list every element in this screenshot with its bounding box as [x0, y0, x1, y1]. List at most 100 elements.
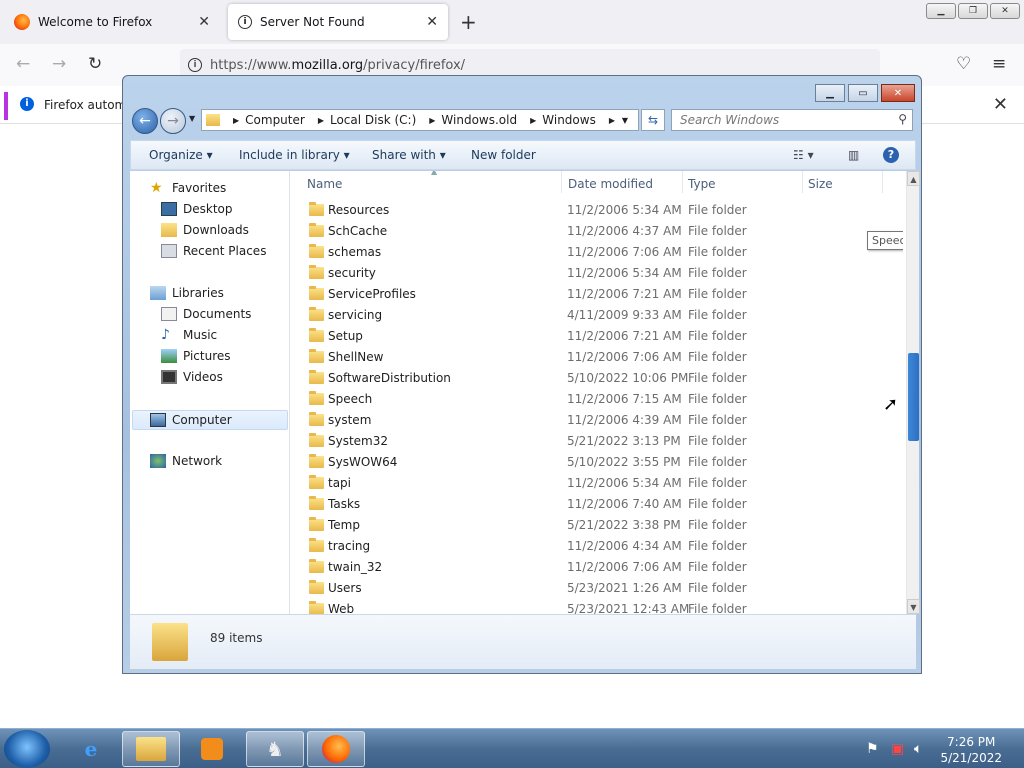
nav-music[interactable]: ♪ Music — [161, 328, 217, 342]
table-row[interactable]: tracing 11/2/2006 4:34 AM File folder — [293, 536, 903, 557]
nav-network[interactable]: Network — [150, 454, 222, 468]
column-divider[interactable] — [802, 171, 803, 193]
close-notification-icon[interactable]: ✕ — [993, 94, 1008, 115]
chevron-right-icon[interactable]: ▶ — [233, 116, 239, 125]
table-row[interactable]: System32 5/21/2022 3:13 PM File folder — [293, 431, 903, 452]
reload-icon[interactable]: ↻ — [88, 54, 102, 74]
scroll-up-arrow[interactable]: ▲ — [907, 171, 920, 186]
table-row[interactable]: security 11/2/2006 5:34 AM File folder — [293, 263, 903, 284]
clock[interactable]: 7:26 PM 5/21/2022 — [940, 734, 1002, 766]
menu-icon[interactable]: ≡ — [992, 54, 1006, 74]
column-divider[interactable] — [561, 171, 562, 193]
nav-favorites[interactable]: ★ Favorites — [150, 181, 226, 195]
table-row[interactable]: Speech 11/2/2006 7:15 AM File folder — [293, 389, 903, 410]
close-button[interactable]: ✕ — [881, 84, 915, 102]
help-icon[interactable]: ? — [883, 147, 899, 163]
table-row[interactable]: Tasks 11/2/2006 7:40 AM File folder — [293, 494, 903, 515]
internet-explorer-icon[interactable]: e — [62, 731, 120, 767]
restore-icon[interactable]: ❐ — [958, 3, 988, 19]
table-row[interactable]: system 11/2/2006 4:39 AM File folder — [293, 410, 903, 431]
tab-server-not-found[interactable]: i Server Not Found ✕ — [228, 4, 448, 40]
column-size[interactable]: Size — [808, 177, 833, 191]
nav-videos[interactable]: Videos — [161, 370, 223, 384]
breadcrumb-computer[interactable]: Computer — [245, 113, 305, 127]
scroll-down-arrow[interactable]: ▼ — [907, 599, 920, 614]
downloads-icon — [161, 223, 177, 237]
nav-label: Libraries — [172, 286, 224, 300]
table-row[interactable]: Users 5/23/2021 1:26 AM File folder — [293, 578, 903, 599]
tab-welcome[interactable]: Welcome to Firefox ✕ — [4, 4, 220, 40]
view-options-icon[interactable]: ☷ ▾ — [793, 148, 814, 162]
table-row[interactable]: ServiceProfiles 11/2/2006 7:21 AM File fol… — [293, 284, 903, 305]
share-with-button[interactable]: Share with ▾ — [372, 148, 446, 162]
table-row[interactable]: Resources 11/2/2006 5:34 AM File folder — [293, 200, 903, 221]
back-button[interactable]: ← — [132, 108, 158, 134]
table-row[interactable]: SchCache 11/2/2006 4:37 AM File folder — [293, 221, 903, 242]
new-tab-icon[interactable]: + — [460, 10, 477, 34]
column-divider[interactable] — [682, 171, 683, 193]
site-info-icon[interactable]: i — [188, 58, 202, 72]
minimize-button[interactable]: ▁ — [815, 84, 845, 102]
table-row[interactable]: Setup 11/2/2006 7:21 AM File folder — [293, 326, 903, 347]
column-name[interactable]: Name — [307, 177, 342, 191]
table-row[interactable]: tapi 11/2/2006 5:34 AM File folder — [293, 473, 903, 494]
scroll-thumb[interactable] — [908, 353, 919, 441]
column-date-modified[interactable]: Date modified — [568, 177, 653, 191]
nav-computer[interactable]: Computer — [132, 410, 288, 430]
refresh-button[interactable]: ⇆ — [641, 109, 665, 131]
action-center-flag-icon[interactable]: ⚑ — [866, 741, 879, 757]
table-row[interactable]: twain_32 11/2/2006 7:06 AM File folder — [293, 557, 903, 578]
back-icon[interactable]: ← — [16, 54, 30, 74]
close-icon[interactable]: ✕ — [990, 3, 1020, 19]
breadcrumb-local-disk[interactable]: Local Disk (C:) — [330, 113, 416, 127]
maximize-button[interactable]: ▭ — [848, 84, 878, 102]
include-in-library-button[interactable]: Include in library ▾ — [239, 148, 350, 162]
file-name: SoftwareDistribution — [328, 371, 451, 385]
search-input[interactable]: Search Windows ⚲ — [671, 109, 913, 131]
folder-icon — [309, 286, 324, 300]
volume-icon[interactable]: 🔈︎ — [914, 741, 922, 757]
pocket-icon[interactable]: ♡ — [956, 54, 971, 74]
column-divider[interactable] — [882, 171, 883, 193]
chevron-right-icon[interactable]: ▶ — [429, 116, 435, 125]
recent-pages-icon[interactable]: ▼ — [189, 114, 195, 123]
table-row[interactable]: ShellNew 11/2/2006 7:06 AM File folder — [293, 347, 903, 368]
table-row[interactable]: schemas 11/2/2006 7:06 AM File folder — [293, 242, 903, 263]
chevron-right-icon[interactable]: ▶ — [609, 116, 615, 125]
file-date: 5/10/2022 3:55 PM — [567, 455, 681, 469]
chevron-down-icon[interactable]: ▼ — [622, 116, 628, 125]
nav-desktop[interactable]: Desktop — [161, 202, 233, 216]
windows-explorer-icon[interactable] — [122, 731, 180, 767]
new-folder-button[interactable]: New folder — [471, 148, 536, 162]
table-row[interactable]: SysWOW64 5/10/2022 3:55 PM File folder — [293, 452, 903, 473]
preview-pane-icon[interactable]: ▥ — [848, 148, 859, 162]
address-bar[interactable]: ▶ Computer ▶ Local Disk (C:) ▶ Windows.o… — [201, 109, 639, 131]
column-type[interactable]: Type — [688, 177, 716, 191]
firefox-taskbar-icon[interactable] — [307, 731, 365, 767]
forward-icon[interactable]: → — [52, 54, 66, 74]
breadcrumb-windows[interactable]: Windows — [542, 113, 596, 127]
nav-pictures[interactable]: Pictures — [161, 349, 231, 363]
nav-recent-places[interactable]: Recent Places — [161, 244, 266, 258]
nav-downloads[interactable]: Downloads — [161, 223, 249, 237]
nav-libraries[interactable]: Libraries — [150, 286, 224, 300]
forward-button[interactable]: → — [160, 108, 186, 134]
close-tab-icon[interactable]: ✕ — [198, 14, 210, 30]
table-row[interactable]: Temp 5/21/2022 3:38 PM File folder — [293, 515, 903, 536]
table-row[interactable]: servicing 4/11/2009 9:33 AM File folder — [293, 305, 903, 326]
close-tab-icon[interactable]: ✕ — [426, 14, 438, 30]
nav-documents[interactable]: Documents — [161, 307, 251, 321]
breadcrumb-windows-old[interactable]: Windows.old — [441, 113, 517, 127]
table-row[interactable]: SoftwareDistribution 5/10/2022 10:06 PM Fi… — [293, 368, 903, 389]
search-icon[interactable]: ⚲ — [898, 112, 907, 126]
start-button[interactable] — [4, 730, 50, 768]
chevron-right-icon[interactable]: ▶ — [318, 116, 324, 125]
vertical-scrollbar[interactable]: ▲ ▼ — [906, 171, 920, 614]
organize-button[interactable]: Organize ▾ — [149, 148, 213, 162]
chess-icon[interactable]: ♞ — [246, 731, 304, 767]
network-status-icon[interactable]: ▣ — [891, 741, 904, 757]
table-row[interactable]: Web 5/23/2021 12:43 AM File folder — [293, 599, 903, 614]
minimize-icon[interactable]: ▁ — [926, 3, 956, 19]
chevron-right-icon[interactable]: ▶ — [530, 116, 536, 125]
media-player-icon[interactable] — [183, 731, 241, 767]
